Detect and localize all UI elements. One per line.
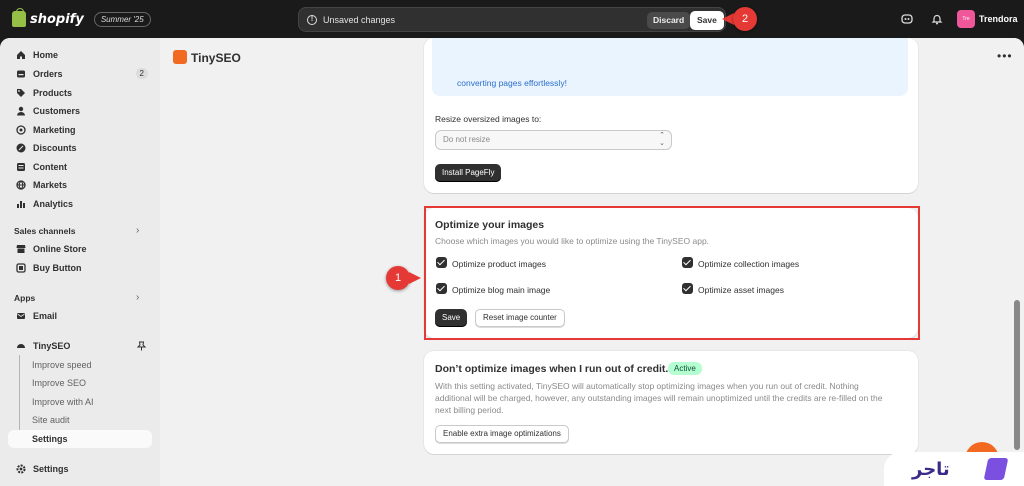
nav-label: Orders — [33, 69, 63, 79]
apps-label[interactable]: Apps — [14, 293, 35, 303]
chart-icon — [17, 201, 25, 208]
orders-count-badge: 2 — [135, 68, 148, 79]
nav-settings[interactable]: Settings — [8, 460, 152, 478]
nav-tinyseo-settings[interactable]: Settings — [8, 430, 152, 448]
nav-improve-with-ai[interactable]: Improve with AI — [8, 393, 152, 411]
chevron-right-icon[interactable]: › — [136, 292, 139, 303]
bell-icon[interactable] — [931, 13, 943, 25]
app-title: TinySEO — [191, 51, 241, 65]
content-icon — [17, 163, 25, 171]
nav-customers[interactable]: Customers — [8, 102, 152, 120]
nav-markets[interactable]: Markets — [8, 176, 152, 194]
active-badge: Active — [668, 362, 702, 375]
sidekick-icon[interactable] — [901, 13, 913, 25]
resize-label: Resize oversized images to: — [435, 114, 542, 124]
discard-button[interactable]: Discard — [647, 12, 691, 29]
install-pagefly-button[interactable]: Install PageFly — [435, 164, 502, 182]
marker-arrow-1 — [409, 272, 421, 284]
highlight-box — [424, 206, 920, 340]
resize-select-value: Do not resize — [443, 135, 491, 144]
nav-site-audit[interactable]: Site audit — [8, 411, 152, 429]
nav-tinyseo[interactable]: TinySEO — [8, 337, 152, 355]
edition-badge[interactable]: Summer '25 — [93, 11, 151, 27]
nav-analytics[interactable]: Analytics — [8, 195, 152, 213]
shopify-logo[interactable]: shopify Summer '25 — [12, 8, 151, 27]
tinyseo-icon — [17, 344, 25, 348]
more-actions-icon[interactable]: ••• — [997, 49, 1013, 63]
contextual-save-bar: ! Unsaved changes Discard Save — [298, 7, 726, 32]
credit-description-line3: next billing period. — [435, 405, 504, 415]
nav-label: Customers — [33, 106, 81, 116]
shopify-bag-icon — [12, 8, 26, 27]
nav-improve-speed[interactable]: Improve speed — [8, 356, 152, 374]
banner-text: converting pages effortlessly! — [457, 78, 567, 88]
resize-card: converting pages effortlessly! Resize ov… — [424, 38, 918, 193]
credit-card: Don’t optimize images when I run out of … — [424, 351, 918, 454]
nav-buy-button[interactable]: Buy Button — [8, 259, 152, 277]
resize-select[interactable]: Do not resize ⌃ ⌄ — [435, 130, 672, 150]
home-icon — [17, 51, 25, 59]
sidebar: Home Orders 2 Products Customers Marketi… — [0, 38, 160, 486]
enable-extra-optimizations-button[interactable]: Enable extra image optimizations — [435, 425, 569, 443]
nav-label: Email — [33, 311, 58, 321]
nav-label: Marketing — [33, 125, 76, 135]
logo-text: shopify — [30, 11, 84, 27]
unsaved-changes-text: Unsaved changes — [323, 15, 396, 25]
nav-label: Home — [33, 50, 59, 60]
nav-label: TinySEO — [33, 341, 71, 351]
nav-label: Discounts — [33, 143, 77, 153]
credit-description-line2: additional will be charged, however, any… — [435, 393, 883, 403]
button-icon — [16, 263, 26, 273]
store-avatar: Tre — [957, 10, 975, 28]
nav-online-store[interactable]: Online Store — [8, 240, 152, 258]
admin-frame: Home Orders 2 Products Customers Marketi… — [0, 38, 1024, 486]
nav-content[interactable]: Content — [8, 158, 152, 176]
nav-label: Products — [33, 88, 73, 98]
nav-marketing[interactable]: Marketing — [8, 121, 152, 139]
store-menu[interactable]: Tre Trendora — [957, 10, 1018, 28]
nav-label: Content — [33, 162, 67, 172]
nav-email[interactable]: Email — [8, 307, 152, 325]
gear-icon — [16, 464, 26, 474]
credit-description-line1: With this setting activated, TinySEO wil… — [435, 381, 859, 391]
store-icon — [16, 245, 26, 253]
sales-channels-label[interactable]: Sales channels — [14, 226, 75, 236]
nav-discounts[interactable]: Discounts — [8, 139, 152, 157]
person-icon — [17, 106, 25, 116]
orders-icon — [17, 70, 25, 78]
alert-icon: ! — [307, 15, 317, 25]
step-marker-2: 2 — [733, 7, 757, 31]
step-marker-1: 1 — [386, 266, 410, 290]
nav-improve-seo[interactable]: Improve SEO — [8, 374, 152, 392]
nav-label: Settings — [33, 464, 69, 474]
nav-home[interactable]: Home — [8, 46, 152, 64]
scrollbar[interactable] — [1014, 300, 1020, 450]
main-content: TinySEO ••• converting pages effortlessl… — [160, 38, 1024, 486]
brand-logo-icon — [983, 458, 1009, 480]
chevron-right-icon[interactable]: › — [136, 225, 139, 236]
nav-label: Markets — [33, 180, 68, 190]
nav-products[interactable]: Products — [8, 84, 152, 102]
brand-watermark: تاجر — [884, 452, 1024, 486]
select-chevrons-icon: ⌃ ⌄ — [659, 132, 665, 147]
save-button-top[interactable]: Save — [690, 11, 724, 30]
nav-label: Online Store — [33, 244, 87, 254]
tag-icon — [17, 89, 25, 97]
pin-icon[interactable] — [137, 341, 146, 351]
tinyseo-app-icon — [173, 50, 187, 64]
globe-icon — [16, 180, 26, 190]
email-icon — [17, 313, 25, 319]
nav-label: Buy Button — [33, 263, 82, 273]
nav-label: Analytics — [33, 199, 74, 209]
brand-text: تاجر — [912, 459, 950, 480]
discount-icon — [16, 143, 26, 153]
store-name: Trendora — [979, 14, 1018, 24]
top-bar: shopify Summer '25 ! Unsaved changes Dis… — [0, 0, 1024, 38]
credit-title: Don’t optimize images when I run out of … — [435, 363, 669, 375]
nav-orders[interactable]: Orders 2 — [8, 65, 152, 83]
target-icon — [16, 125, 26, 135]
